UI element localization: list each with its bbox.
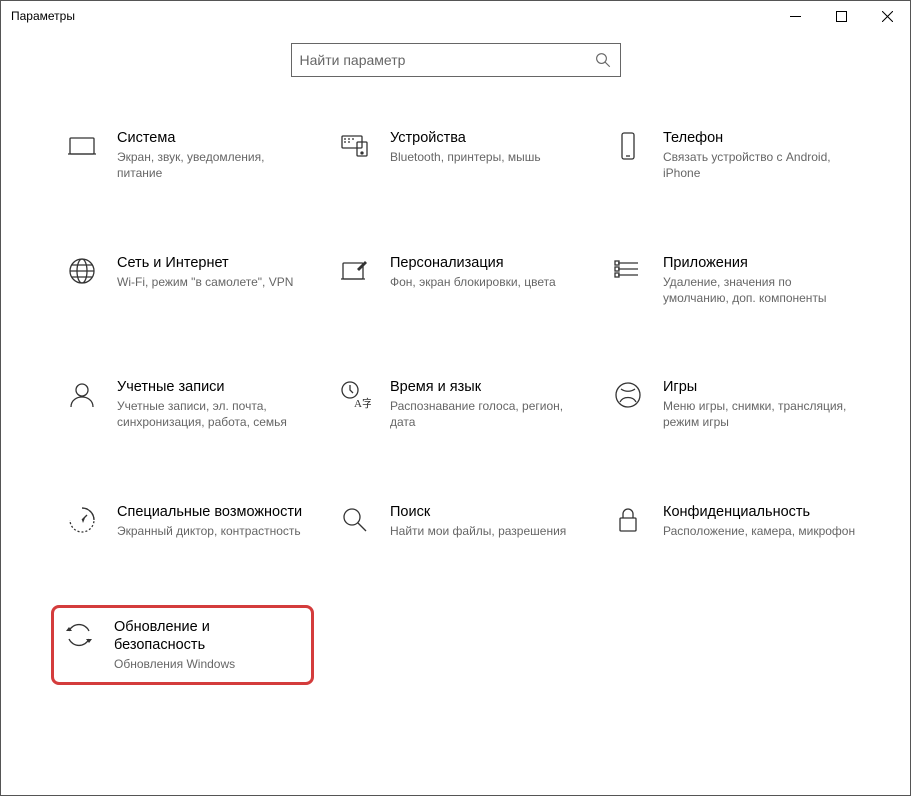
tile-desc: Удаление, значения по умолчанию, доп. ко… bbox=[663, 274, 856, 306]
tile-privacy[interactable]: Конфиденциальность Расположение, камера,… bbox=[607, 497, 860, 545]
tile-desc: Фон, экран блокировки, цвета bbox=[390, 274, 556, 290]
time-language-icon: A字 bbox=[338, 378, 372, 412]
tile-desc: Экранный диктор, контрастность bbox=[117, 523, 302, 539]
tile-desc: Связать устройство с Android, iPhone bbox=[663, 149, 856, 181]
svg-text:A字: A字 bbox=[354, 396, 371, 410]
paint-icon bbox=[338, 254, 372, 288]
minimize-button[interactable] bbox=[772, 1, 818, 31]
tile-accounts[interactable]: Учетные записи Учетные записи, эл. почта… bbox=[61, 372, 314, 437]
tile-title: Сеть и Интернет bbox=[117, 254, 293, 272]
tile-desc: Распознавание голоса, регион, дата bbox=[390, 398, 583, 430]
settings-grid: Система Экран, звук, уведомления, питани… bbox=[61, 123, 860, 685]
devices-icon bbox=[338, 129, 372, 163]
tile-title: Специальные возможности bbox=[117, 503, 302, 521]
tile-title: Игры bbox=[663, 378, 856, 396]
tile-title: Обновление и безопасность bbox=[114, 618, 303, 654]
apps-icon bbox=[611, 254, 645, 288]
tile-personalization[interactable]: Персонализация Фон, экран блокировки, цв… bbox=[334, 248, 587, 313]
search-icon bbox=[594, 51, 612, 69]
tile-desc: Экран, звук, уведомления, питание bbox=[117, 149, 310, 181]
tile-network[interactable]: Сеть и Интернет Wi-Fi, режим "в самолете… bbox=[61, 248, 314, 313]
titlebar: Параметры bbox=[1, 1, 910, 31]
tile-time-language[interactable]: A字 Время и язык Распознавание голоса, ре… bbox=[334, 372, 587, 437]
tile-title: Приложения bbox=[663, 254, 856, 272]
tile-title: Устройства bbox=[390, 129, 541, 147]
tile-search[interactable]: Поиск Найти мои файлы, разрешения bbox=[334, 497, 587, 545]
tile-gaming[interactable]: Игры Меню игры, снимки, трансляция, режи… bbox=[607, 372, 860, 437]
tile-desc: Найти мои файлы, разрешения bbox=[390, 523, 566, 539]
tile-apps[interactable]: Приложения Удаление, значения по умолчан… bbox=[607, 248, 860, 313]
close-button[interactable] bbox=[864, 1, 910, 31]
tile-title: Учетные записи bbox=[117, 378, 310, 396]
xbox-icon bbox=[611, 378, 645, 412]
tile-desc: Wi-Fi, режим "в самолете", VPN bbox=[117, 274, 293, 290]
tile-desc: Bluetooth, принтеры, мышь bbox=[390, 149, 541, 165]
window-controls bbox=[772, 1, 910, 31]
magnifier-icon bbox=[338, 503, 372, 537]
tile-phone[interactable]: Телефон Связать устройство с Android, iP… bbox=[607, 123, 860, 188]
person-icon bbox=[65, 378, 99, 412]
content: Система Экран, звук, уведомления, питани… bbox=[1, 83, 910, 795]
tile-title: Персонализация bbox=[390, 254, 556, 272]
tile-update-security[interactable]: Обновление и безопасность Обновления Win… bbox=[51, 605, 314, 685]
search-box[interactable] bbox=[291, 43, 621, 77]
tile-system[interactable]: Система Экран, звук, уведомления, питани… bbox=[61, 123, 314, 188]
tile-devices[interactable]: Устройства Bluetooth, принтеры, мышь bbox=[334, 123, 587, 188]
maximize-button[interactable] bbox=[818, 1, 864, 31]
phone-icon bbox=[611, 129, 645, 163]
tile-title: Время и язык bbox=[390, 378, 583, 396]
tile-desc: Расположение, камера, микрофон bbox=[663, 523, 855, 539]
search-row bbox=[1, 31, 910, 83]
update-icon bbox=[62, 618, 96, 652]
tile-ease-of-access[interactable]: Специальные возможности Экранный диктор,… bbox=[61, 497, 314, 545]
tile-title: Система bbox=[117, 129, 310, 147]
search-input[interactable] bbox=[300, 52, 594, 68]
tile-title: Конфиденциальность bbox=[663, 503, 855, 521]
tile-title: Поиск bbox=[390, 503, 566, 521]
lock-icon bbox=[611, 503, 645, 537]
tile-desc: Учетные записи, эл. почта, синхронизация… bbox=[117, 398, 310, 430]
tile-desc: Обновления Windows bbox=[114, 656, 303, 672]
tile-desc: Меню игры, снимки, трансляция, режим игр… bbox=[663, 398, 856, 430]
settings-window: Параметры bbox=[0, 0, 911, 796]
tile-title: Телефон bbox=[663, 129, 856, 147]
system-icon bbox=[65, 129, 99, 163]
globe-icon bbox=[65, 254, 99, 288]
window-title: Параметры bbox=[11, 9, 75, 23]
ease-icon bbox=[65, 503, 99, 537]
